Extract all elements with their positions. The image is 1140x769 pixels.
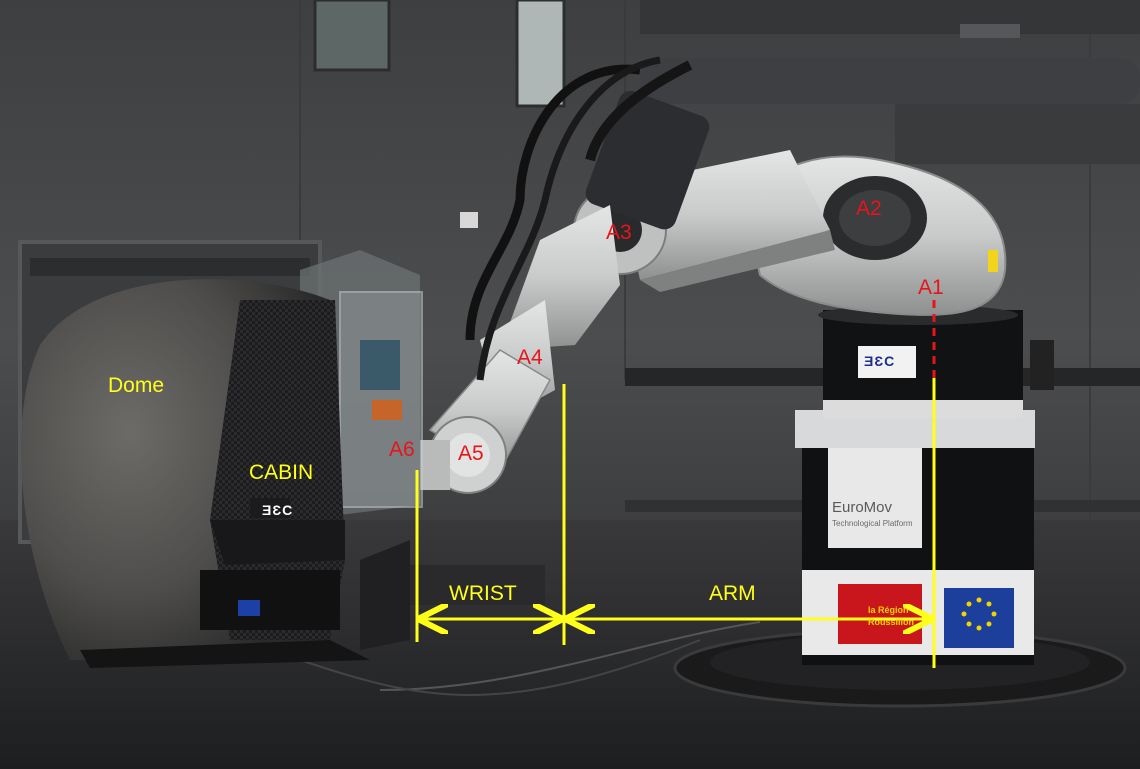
axis-label-a2: A2 bbox=[856, 197, 882, 220]
wrist-label: WRIST bbox=[449, 582, 517, 605]
axis-label-a1: A1 bbox=[918, 276, 944, 299]
photo-drawing bbox=[0, 0, 1140, 769]
region-sticker-text: la Région Roussillon bbox=[868, 605, 915, 627]
base-logo: ƎƐC bbox=[864, 353, 896, 369]
axis-label-a4: A4 bbox=[517, 346, 543, 369]
axis-label-a6: A6 bbox=[389, 438, 415, 461]
cabin-label: CABIN bbox=[249, 461, 314, 484]
euromov-subtitle: Technological Platform bbox=[832, 519, 913, 528]
dome-label: Dome bbox=[108, 374, 165, 397]
robot-photo: ƎƐC ƎƐC EuroMov Technological Platform l… bbox=[0, 0, 1140, 769]
cabin-logo: ƎƐC bbox=[262, 502, 294, 518]
axis-label-a3: A3 bbox=[606, 221, 632, 244]
axis-label-a5: A5 bbox=[458, 442, 484, 465]
euromov-title: EuroMov bbox=[832, 499, 893, 516]
arm-label: ARM bbox=[709, 582, 756, 605]
